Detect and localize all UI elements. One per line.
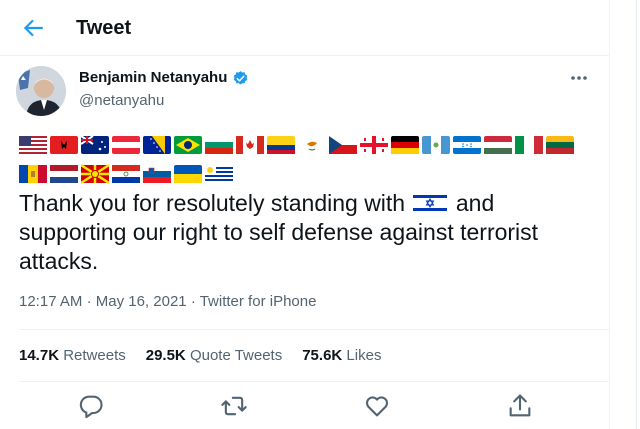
flag-moldova-icon: [19, 165, 47, 183]
flag-austria-icon: [112, 136, 140, 154]
flag-united-states-icon: [19, 136, 47, 154]
flag-australia-icon: [81, 135, 109, 154]
more-options-icon[interactable]: [566, 68, 592, 88]
tweet-text: Thank you for resolutely standing with a…: [19, 189, 589, 276]
flag-israel-icon: [413, 193, 448, 213]
retweet-icon[interactable]: [220, 392, 248, 420]
avatar-image: [16, 66, 66, 116]
retweets-stat[interactable]: 14.7K Retweets: [19, 346, 126, 366]
reply-icon[interactable]: [77, 392, 105, 420]
likes-label: Likes: [346, 347, 382, 364]
verified-badge-icon: [233, 71, 248, 85]
page-title: Tweet: [76, 17, 132, 39]
flag-netherlands-icon: [50, 165, 78, 183]
flag-emoji-list: [19, 133, 594, 191]
flag-hungary-icon: [484, 136, 512, 154]
engagement-stats: 14.7K Retweets 29.5K Quote Tweets 75.6K …: [19, 346, 381, 366]
flag-colombia-icon: [267, 136, 295, 154]
retweets-label: Retweets: [63, 347, 126, 364]
flag-germany-icon: [391, 136, 419, 154]
scrollbar-track[interactable]: [636, 0, 637, 429]
flag-uruguay-icon: [205, 165, 233, 183]
back-arrow-icon[interactable]: [20, 15, 46, 41]
likes-count: 75.6K: [302, 347, 343, 364]
flag-ukraine-icon: [174, 165, 202, 183]
quote-tweets-stat[interactable]: 29.5K Quote Tweets: [146, 346, 282, 366]
tweet-metadata: 12:17 AM · May 16, 2021 · Twitter for iP…: [19, 292, 316, 312]
author-handle[interactable]: @netanyahu: [79, 91, 164, 111]
flag-honduras-icon: [453, 136, 481, 154]
meta-separator: ·: [86, 293, 96, 310]
avatar[interactable]: [16, 66, 66, 116]
tweet-date[interactable]: May 16, 2021: [96, 293, 187, 310]
flag-slovenia-icon: [143, 165, 171, 183]
flag-bosnia-herzegovina-icon: [143, 136, 171, 154]
flag-row-1: [19, 133, 594, 157]
tweet-actions-bar: [19, 392, 599, 420]
flag-cyprus-icon: [298, 136, 326, 154]
likes-stat[interactable]: 75.6K Likes: [302, 346, 381, 366]
tweet-column: Tweet Benjamin Netanyahu @netanyahu Than…: [0, 0, 610, 429]
tweet-source-link[interactable]: Twitter for iPhone: [200, 293, 317, 310]
flag-canada-icon: [236, 136, 264, 154]
flag-row-2: [19, 162, 594, 186]
flag-albania-icon: [50, 136, 78, 154]
flag-italy-icon: [515, 136, 543, 154]
divider: [19, 381, 609, 382]
flag-bulgaria-icon: [205, 136, 233, 154]
share-icon[interactable]: [506, 392, 534, 420]
meta-separator: ·: [190, 293, 200, 310]
quote-tweets-label: Quote Tweets: [189, 347, 283, 364]
flag-brazil-icon: [174, 136, 202, 154]
flag-georgia-icon: [360, 136, 388, 154]
divider: [19, 329, 609, 330]
flag-guatemala-icon: [422, 136, 450, 154]
flag-czechia-icon: [329, 136, 357, 154]
flag-north-macedonia-icon: [81, 163, 109, 185]
quote-tweets-count: 29.5K: [145, 347, 186, 364]
like-heart-icon[interactable]: [363, 392, 391, 420]
flag-paraguay-icon: [112, 165, 140, 183]
tweet-text-part-1: Thank you for resolutely standing with: [19, 190, 406, 216]
flag-lithuania-icon: [546, 136, 574, 154]
author-name[interactable]: Benjamin Netanyahu: [79, 68, 227, 88]
retweets-count: 14.7K: [19, 347, 60, 364]
page-header: Tweet: [0, 0, 609, 56]
tweet-time[interactable]: 12:17 AM: [19, 293, 82, 310]
